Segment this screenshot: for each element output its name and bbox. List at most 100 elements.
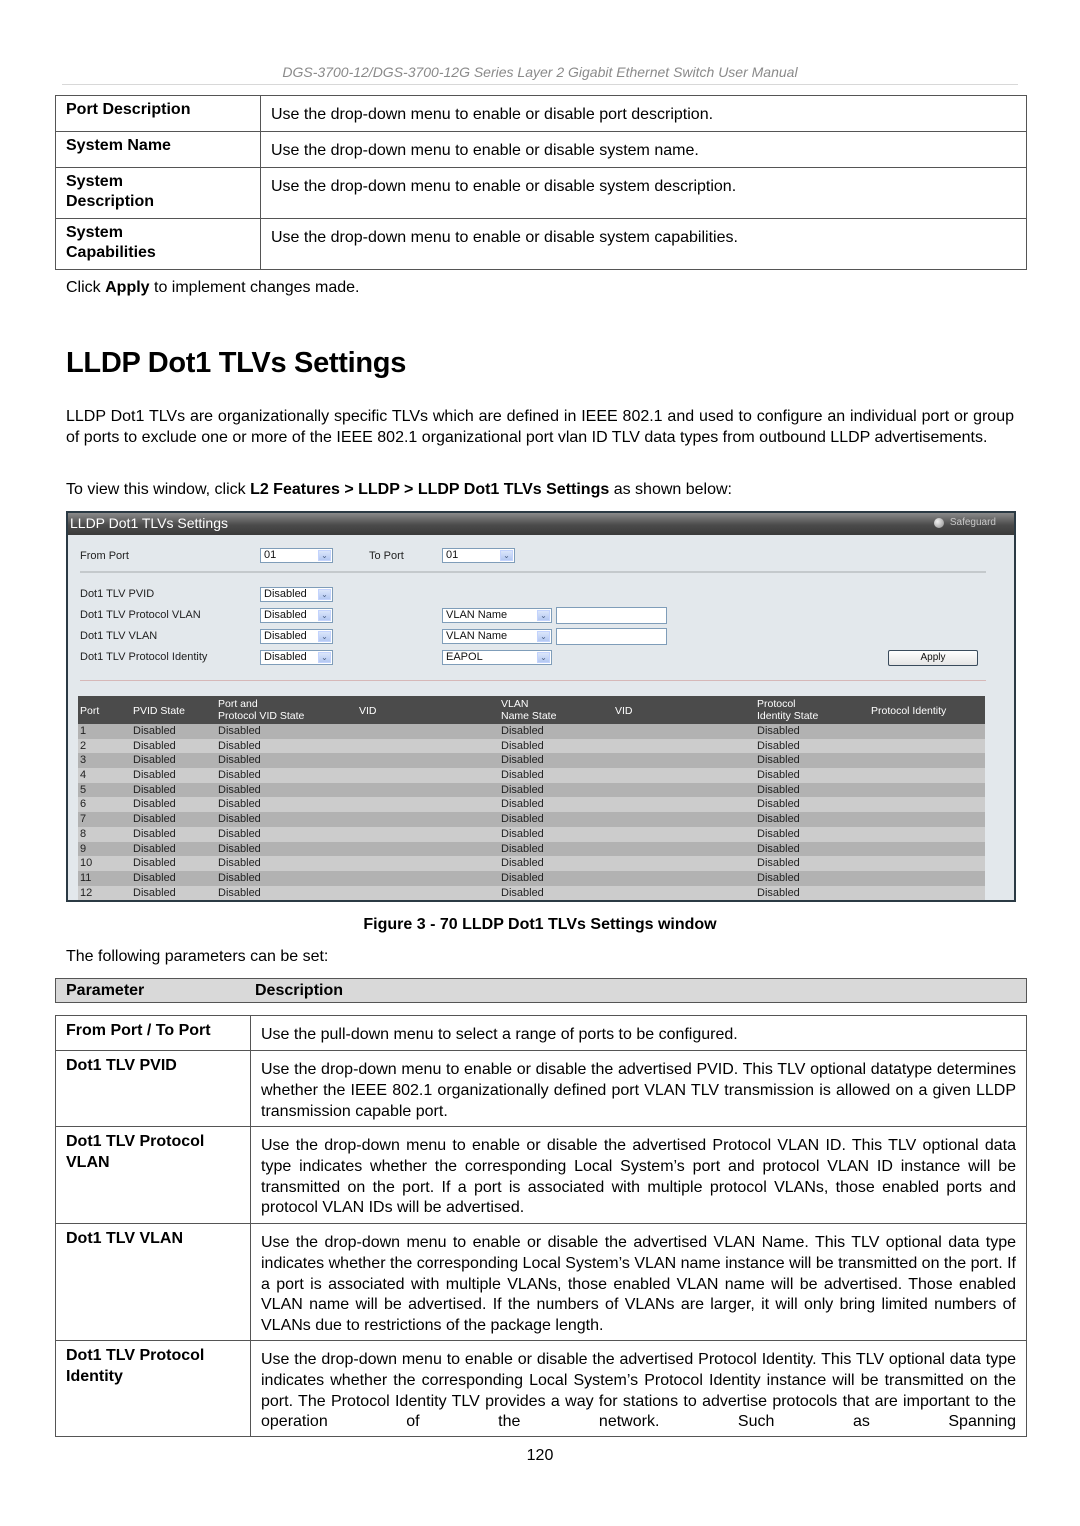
cell-port: 6 [80,798,87,811]
cell-port: 2 [80,739,87,752]
window-title: LLDP Dot1 TLVs Settings [70,515,228,531]
col-vid: VID [359,705,377,717]
from-port-select[interactable]: 01 ⌄ [260,548,333,563]
cell-vlan-name-state: Disabled [501,827,544,840]
table-row: Port Description Use the drop-down menu … [55,95,1027,132]
param-name: System Description [55,167,261,219]
cell-port-protocol-vid-state: Disabled [218,783,261,796]
table-row: 2 Disabled Disabled Disabled Disabled [78,738,985,754]
cell-vlan-name-state: Disabled [501,886,544,899]
chevron-down-icon: ⌄ [318,652,331,663]
vlan-type-select[interactable]: VLAN Name ⌄ [442,629,552,644]
table-row: 9 Disabled Disabled Disabled Disabled [78,841,985,857]
chevron-down-icon: ⌄ [537,610,550,621]
col-protocol-identity-state: Protocol Identity State [757,698,819,722]
table-row: 6 Disabled Disabled Disabled Disabled [78,797,985,813]
cell-pvid-state: Disabled [133,754,176,767]
cell-protocol-identity-state: Disabled [757,827,800,840]
chevron-down-icon: ⌄ [537,652,550,663]
cell-port-protocol-vid-state: Disabled [218,798,261,811]
cell-pvid-state: Disabled [133,886,176,899]
table-header: Port PVID State Port and Protocol VID St… [78,696,985,724]
vlan-state-select[interactable]: Disabled ⌄ [260,629,333,644]
table-row: 12 Disabled Disabled Disabled Disabled [78,885,985,901]
cell-vlan-name-state: Disabled [501,754,544,767]
cell-pvid-state: Disabled [133,857,176,870]
protocol-vlan-state-select[interactable]: Disabled ⌄ [260,608,333,623]
cell-port: 9 [80,842,87,855]
table-row: 3 Disabled Disabled Disabled Disabled [78,753,985,769]
apply-note: Click Apply to implement changes made. [66,279,360,296]
param-desc: Use the drop-down menu to enable or disa… [250,1050,1027,1127]
safeguard-indicator[interactable]: Safeguard [933,517,996,528]
apply-button[interactable]: Apply [888,650,978,666]
cell-protocol-identity-state: Disabled [757,739,800,752]
col-vlan-name-state: VLAN Name State [501,698,557,722]
protocol-vlan-type-select[interactable]: VLAN Name ⌄ [442,608,552,623]
param-desc: Use the drop-down menu to enable or disa… [260,95,1027,132]
cell-port-protocol-vid-state: Disabled [218,813,261,826]
cell-pvid-state: Disabled [133,827,176,840]
protocol-vlan-label: Dot1 TLV Protocol VLAN [80,609,201,621]
cell-port-protocol-vid-state: Disabled [218,842,261,855]
pvid-state-select[interactable]: Disabled ⌄ [260,587,333,602]
cell-pvid-state: Disabled [133,842,176,855]
protocol-identity-state-select[interactable]: Disabled ⌄ [260,650,333,665]
table-row: System Description Use the drop-down men… [55,167,1027,219]
cell-vlan-name-state: Disabled [501,783,544,796]
cell-port-protocol-vid-state: Disabled [218,739,261,752]
cell-vlan-name-state: Disabled [501,798,544,811]
cell-vlan-name-state: Disabled [501,857,544,870]
param-name: Dot1 TLV Protocol VLAN [55,1126,251,1224]
header-rule [62,84,1018,85]
param-name: Dot1 TLV VLAN [55,1223,251,1341]
cell-vlan-name-state: Disabled [501,871,544,884]
cell-port: 8 [80,827,87,840]
table-row: Dot1 TLV PVID Use the drop-down menu to … [55,1050,1027,1127]
table-row: 1 Disabled Disabled Disabled Disabled [78,724,985,739]
nav-note: To view this window, click L2 Features >… [66,481,732,498]
cell-pvid-state: Disabled [133,871,176,884]
cell-pvid-state: Disabled [133,739,176,752]
protocol-vlan-input[interactable] [556,607,667,624]
pvid-label: Dot1 TLV PVID [80,588,155,600]
cell-port: 7 [80,813,87,826]
header-parameter: Parameter [66,982,145,999]
divider [80,571,986,573]
cell-vlan-name-state: Disabled [501,813,544,826]
section-title: LLDP Dot1 TLVs Settings [66,347,407,379]
chevron-down-icon: ⌄ [318,631,331,642]
param-name: Port Description [55,95,261,132]
running-header: DGS-3700-12/DGS-3700-12G Series Layer 2 … [282,64,798,80]
table-row: Dot1 TLV Protocol VLAN Use the drop-down… [55,1126,1027,1224]
protocol-identity-type-select[interactable]: EAPOL ⌄ [442,650,552,665]
cell-protocol-identity-state: Disabled [757,754,800,767]
from-port-label: From Port [80,550,129,562]
param-desc: Use the drop-down menu to enable or disa… [260,131,1027,168]
table-row: Dot1 TLV Protocol Identity Use the drop-… [55,1339,1027,1438]
cell-protocol-identity-state: Disabled [757,857,800,870]
cell-protocol-identity-state: Disabled [757,725,800,737]
table-row: Dot1 TLV VLAN Use the drop-down menu to … [55,1223,1027,1341]
cell-port: 4 [80,769,87,782]
param-table: From Port / To Port Use the pull-down me… [55,1015,1027,1438]
cell-pvid-state: Disabled [133,725,176,737]
vlan-label: Dot1 TLV VLAN [80,630,158,642]
window-header: LLDP Dot1 TLVs Settings Safeguard [68,513,1014,535]
cell-protocol-identity-state: Disabled [757,769,800,782]
table-row: From Port / To Port Use the pull-down me… [55,1015,1027,1051]
cell-protocol-identity-state: Disabled [757,886,800,899]
col-port-protocol-vid-state: Port and Protocol VID State [218,698,305,722]
cell-port-protocol-vid-state: Disabled [218,725,261,737]
cell-pvid-state: Disabled [133,769,176,782]
to-port-select[interactable]: 01 ⌄ [442,548,515,563]
cell-port-protocol-vid-state: Disabled [218,871,261,884]
param-desc: Use the drop-down menu to enable or disa… [250,1223,1027,1341]
param-desc: Use the drop-down menu to enable or disa… [260,167,1027,219]
cell-pvid-state: Disabled [133,783,176,796]
param-name: System Capabilities [55,218,261,270]
param-name: System Name [55,131,261,168]
cell-protocol-identity-state: Disabled [757,783,800,796]
chevron-down-icon: ⌄ [318,589,331,600]
vlan-input[interactable] [556,628,667,645]
